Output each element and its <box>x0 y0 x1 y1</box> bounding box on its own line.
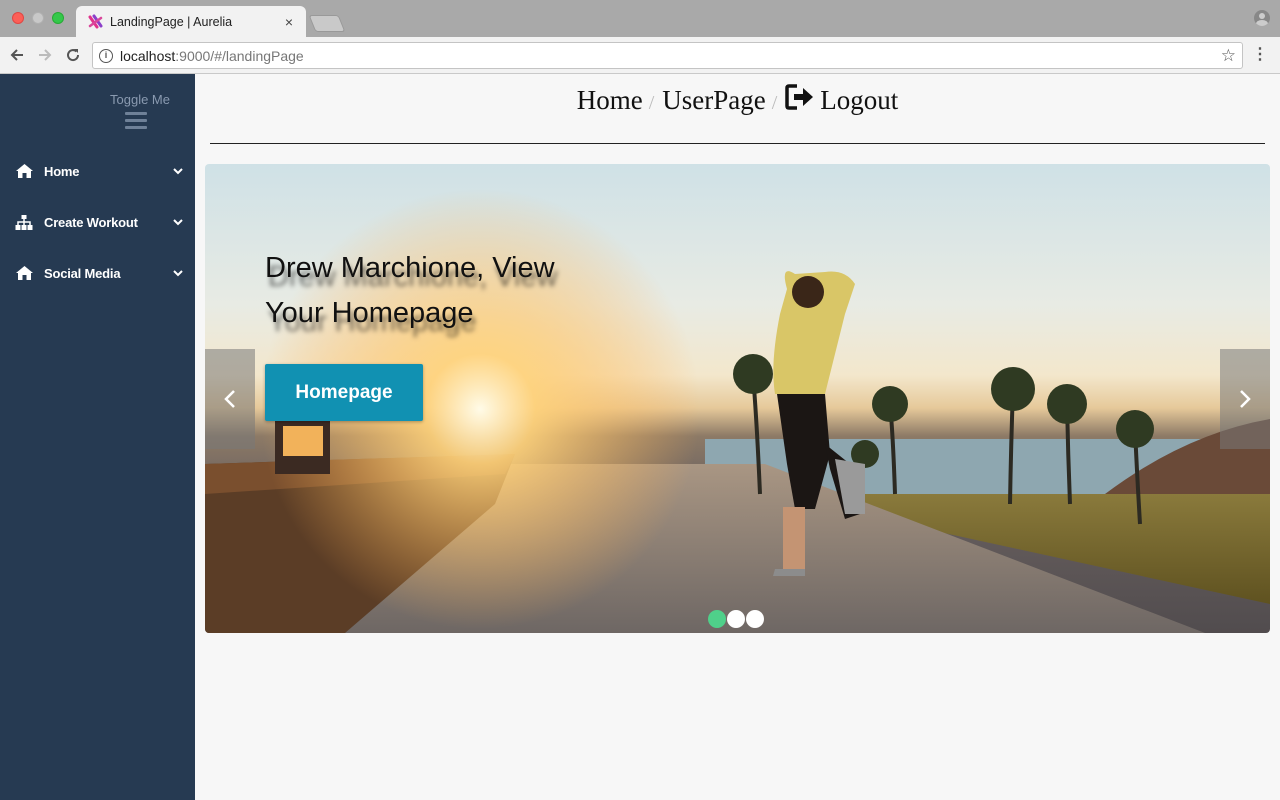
window-minimize-button[interactable] <box>32 12 44 24</box>
sitemap-icon <box>14 214 34 230</box>
breadcrumb-home-link[interactable]: Home <box>577 85 643 115</box>
sidebar-item-label: Home <box>44 163 80 179</box>
browser-titlebar: LandingPage | Aurelia × <box>0 0 1280 37</box>
tab-close-icon[interactable]: × <box>282 15 296 29</box>
toggle-label[interactable]: Toggle Me <box>110 92 170 107</box>
home-icon <box>14 265 34 281</box>
kebab-menu-icon[interactable]: ⋮ <box>1252 45 1268 65</box>
sidebar-item-label: Social Media <box>44 265 121 281</box>
info-icon[interactable]: i <box>99 48 113 63</box>
window-close-button[interactable] <box>12 12 24 24</box>
hero-carousel: Drew Marchione, View Your Homepage Homep… <box>205 164 1270 633</box>
carousel-dot[interactable] <box>746 610 764 628</box>
header-divider <box>210 143 1265 144</box>
sidebar-item-home[interactable]: Home <box>14 160 184 182</box>
carousel-caption: Drew Marchione, View Your Homepage <box>265 252 555 329</box>
chevron-down-icon[interactable] <box>172 267 184 279</box>
profile-icon[interactable] <box>1254 10 1270 26</box>
tab-title: LandingPage | Aurelia <box>110 14 233 29</box>
carousel-dot[interactable] <box>727 610 745 628</box>
breadcrumb-logout-link[interactable]: Logout <box>820 85 898 115</box>
sidebar: Toggle Me Home Create Workout Social Med… <box>0 74 195 800</box>
chevron-down-icon[interactable] <box>172 165 184 177</box>
star-icon[interactable]: ☆ <box>1221 46 1236 66</box>
logout-icon[interactable] <box>785 84 815 110</box>
breadcrumb-userpage-link[interactable]: UserPage <box>662 85 765 115</box>
sidebar-item-social-media[interactable]: Social Media <box>14 262 184 284</box>
carousel-indicators <box>708 610 765 628</box>
homepage-button[interactable]: Homepage <box>265 364 423 421</box>
browser-toolbar: i localhost:9000/#/landingPage ☆ ⋮ <box>0 37 1280 74</box>
breadcrumb-separator: / <box>771 92 778 114</box>
sidebar-item-label: Create Workout <box>44 214 138 230</box>
carousel-prev-button[interactable] <box>205 349 255 449</box>
breadcrumb-separator: / <box>648 92 655 114</box>
forward-arrow-icon[interactable] <box>35 45 55 65</box>
carousel-next-button[interactable] <box>1220 349 1270 449</box>
url-path: :9000/#/landingPage <box>175 47 304 64</box>
carousel-dot[interactable] <box>708 610 726 628</box>
breadcrumb: Home / UserPage / Logout <box>195 84 1280 116</box>
sidebar-item-create-workout[interactable]: Create Workout <box>14 211 184 233</box>
back-arrow-icon[interactable] <box>7 45 27 65</box>
url-host: localhost <box>120 47 176 64</box>
chevron-down-icon[interactable] <box>172 216 184 228</box>
address-bar[interactable]: i localhost:9000/#/landingPage ☆ <box>92 42 1243 69</box>
chevron-right-icon <box>1240 390 1251 408</box>
reload-icon[interactable] <box>63 45 83 65</box>
aurelia-favicon-icon <box>88 14 104 30</box>
hamburger-icon[interactable] <box>125 112 147 133</box>
home-icon <box>14 163 34 179</box>
window-maximize-button[interactable] <box>52 12 64 24</box>
chevron-left-icon <box>224 390 235 408</box>
new-tab-button[interactable] <box>308 15 346 32</box>
browser-tab[interactable]: LandingPage | Aurelia × <box>76 6 306 37</box>
